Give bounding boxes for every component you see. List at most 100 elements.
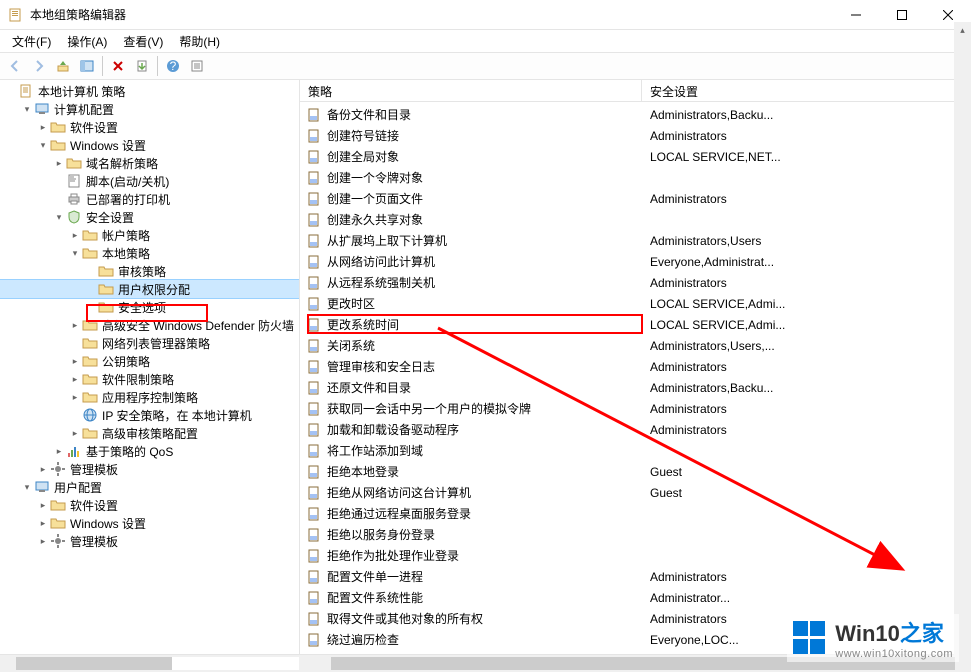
- policy-row[interactable]: 拒绝以服务身份登录: [300, 524, 971, 545]
- show-hide-tree-button[interactable]: [76, 55, 98, 77]
- tree-pane[interactable]: 本地计算机 策略计算机配置软件设置Windows 设置域名解析策略脚本(启动/关…: [0, 80, 300, 654]
- tree-item-computer-configuration[interactable]: 计算机配置: [0, 100, 299, 118]
- policy-setting: Administrators: [642, 402, 971, 416]
- policy-row[interactable]: 关闭系统Administrators,Users,...: [300, 335, 971, 356]
- list-body[interactable]: 备份文件和目录Administrators,Backu...创建符号链接Admi…: [300, 102, 971, 654]
- tree-expander-icon[interactable]: [36, 500, 50, 511]
- tree-item-user-rights-assignment[interactable]: 用户权限分配: [0, 280, 299, 298]
- tree-item-windows-settings[interactable]: Windows 设置: [0, 136, 299, 154]
- maximize-button[interactable]: [879, 0, 925, 30]
- forward-button[interactable]: [28, 55, 50, 77]
- policy-row[interactable]: 备份文件和目录Administrators,Backu...: [300, 104, 971, 125]
- policy-row[interactable]: 创建全局对象LOCAL SERVICE,NET...: [300, 146, 971, 167]
- tree-item-deployed-printers[interactable]: 已部署的打印机: [0, 190, 299, 208]
- tree-item-advanced-audit[interactable]: 高级审核策略配置: [0, 424, 299, 442]
- tree-expander-icon[interactable]: [68, 428, 82, 439]
- tree-expander-icon[interactable]: [36, 122, 50, 133]
- tree-expander-icon[interactable]: [36, 518, 50, 529]
- policy-row[interactable]: 拒绝通过远程桌面服务登录: [300, 503, 971, 524]
- tree-item-name-resolution-policy[interactable]: 域名解析策略: [0, 154, 299, 172]
- tree-label: Windows 设置: [70, 515, 146, 532]
- tree-expander-icon[interactable]: [36, 140, 50, 151]
- tree-expander-icon[interactable]: [52, 446, 66, 457]
- policy-row[interactable]: 创建永久共享对象: [300, 209, 971, 230]
- tree-expander-icon[interactable]: [52, 212, 66, 223]
- tree-item-user-configuration[interactable]: 用户配置: [0, 478, 299, 496]
- tree-item-local-policies[interactable]: 本地策略: [0, 244, 299, 262]
- tree-item-application-control[interactable]: 应用程序控制策略: [0, 388, 299, 406]
- policy-row[interactable]: 更改系统时间LOCAL SERVICE,Admi...: [300, 314, 971, 335]
- software-restriction-icon: [82, 371, 98, 387]
- policy-row[interactable]: 获取同一会话中另一个用户的模拟令牌Administrators: [300, 398, 971, 419]
- tree-expander-icon[interactable]: [36, 464, 50, 475]
- tree-item-administrative-templates[interactable]: 管理模板: [0, 460, 299, 478]
- tree-item-scripts[interactable]: 脚本(启动/关机): [0, 172, 299, 190]
- tree-expander-icon[interactable]: [36, 536, 50, 547]
- policy-setting: Administrators: [642, 423, 971, 437]
- tree-item-software-restriction[interactable]: 软件限制策略: [0, 370, 299, 388]
- menu-help[interactable]: 帮助(H): [173, 31, 226, 52]
- tree-item-security-settings[interactable]: 安全设置: [0, 208, 299, 226]
- user-software-settings-icon: [50, 497, 66, 513]
- policy-row[interactable]: 还原文件和目录Administrators,Backu...: [300, 377, 971, 398]
- tree-expander-icon[interactable]: [20, 482, 34, 493]
- policy-row[interactable]: 创建一个令牌对象: [300, 167, 971, 188]
- tree-item-user-admin-templates[interactable]: 管理模板: [0, 532, 299, 550]
- root-icon: [18, 83, 34, 99]
- policy-name: 关闭系统: [327, 337, 375, 354]
- policy-row[interactable]: 加载和卸载设备驱动程序Administrators: [300, 419, 971, 440]
- tree-item-public-key-policies[interactable]: 公钥策略: [0, 352, 299, 370]
- tree-expander-icon[interactable]: [68, 374, 82, 385]
- policy-row[interactable]: 从网络访问此计算机Everyone,Administrat...: [300, 251, 971, 272]
- tree-item-windows-defender-firewall[interactable]: 高级安全 Windows Defender 防火墙: [0, 316, 299, 334]
- column-security-setting[interactable]: 安全设置: [642, 80, 971, 101]
- menu-action[interactable]: 操作(A): [61, 31, 113, 52]
- policy-row[interactable]: 拒绝从网络访问这台计算机Guest: [300, 482, 971, 503]
- policy-row[interactable]: 从远程系统强制关机Administrators: [300, 272, 971, 293]
- policy-row[interactable]: 拒绝作为批处理作业登录: [300, 545, 971, 566]
- menu-view[interactable]: 查看(V): [117, 31, 169, 52]
- tree-item-ip-security-policies[interactable]: IP 安全策略，在 本地计算机: [0, 406, 299, 424]
- help-button[interactable]: ?: [162, 55, 184, 77]
- tree-item-account-policies[interactable]: 帐户策略: [0, 226, 299, 244]
- policy-setting: Administrators: [642, 276, 971, 290]
- policy-row[interactable]: 管理审核和安全日志Administrators: [300, 356, 971, 377]
- tree-expander-icon[interactable]: [68, 392, 82, 403]
- tree-item-audit-policy[interactable]: 审核策略: [0, 262, 299, 280]
- policy-row[interactable]: 创建符号链接Administrators: [300, 125, 971, 146]
- tree-expander-icon[interactable]: [20, 104, 34, 115]
- tree-expander-icon[interactable]: [68, 320, 82, 331]
- tree-item-root[interactable]: 本地计算机 策略: [0, 82, 299, 100]
- policy-row[interactable]: 配置文件系统性能Administrator...: [300, 587, 971, 608]
- windows-settings-icon: [50, 137, 66, 153]
- policy-icon: [306, 569, 322, 585]
- tree-item-network-list-manager[interactable]: 网络列表管理器策略: [0, 334, 299, 352]
- policy-name: 创建全局对象: [327, 148, 399, 165]
- policy-row[interactable]: 从扩展坞上取下计算机Administrators,Users: [300, 230, 971, 251]
- tree-expander-icon[interactable]: [68, 230, 82, 241]
- up-button[interactable]: [52, 55, 74, 77]
- tree-item-user-windows-settings[interactable]: Windows 设置: [0, 514, 299, 532]
- menu-file[interactable]: 文件(F): [6, 31, 57, 52]
- column-policy[interactable]: 策略: [300, 80, 642, 101]
- policy-row[interactable]: 创建一个页面文件Administrators: [300, 188, 971, 209]
- properties-button[interactable]: [186, 55, 208, 77]
- tree-item-policy-qos[interactable]: 基于策略的 QoS: [0, 442, 299, 460]
- export-list-button[interactable]: [131, 55, 153, 77]
- scroll-up-arrow[interactable]: ▴: [954, 22, 971, 39]
- policy-row[interactable]: 拒绝本地登录Guest: [300, 461, 971, 482]
- tree-expander-icon[interactable]: [52, 158, 66, 169]
- policy-row[interactable]: 配置文件单一进程Administrators: [300, 566, 971, 587]
- tree-item-security-options[interactable]: 安全选项: [0, 298, 299, 316]
- policy-row[interactable]: 更改时区LOCAL SERVICE,Admi...: [300, 293, 971, 314]
- minimize-button[interactable]: [833, 0, 879, 30]
- delete-button[interactable]: [107, 55, 129, 77]
- vertical-scrollbar[interactable]: ▴: [954, 22, 971, 672]
- tree-expander-icon[interactable]: [68, 248, 82, 259]
- policy-setting: Administrators: [642, 129, 971, 143]
- policy-row[interactable]: 将工作站添加到域: [300, 440, 971, 461]
- tree-expander-icon[interactable]: [68, 356, 82, 367]
- tree-item-user-software-settings[interactable]: 软件设置: [0, 496, 299, 514]
- tree-item-software-settings[interactable]: 软件设置: [0, 118, 299, 136]
- back-button[interactable]: [4, 55, 26, 77]
